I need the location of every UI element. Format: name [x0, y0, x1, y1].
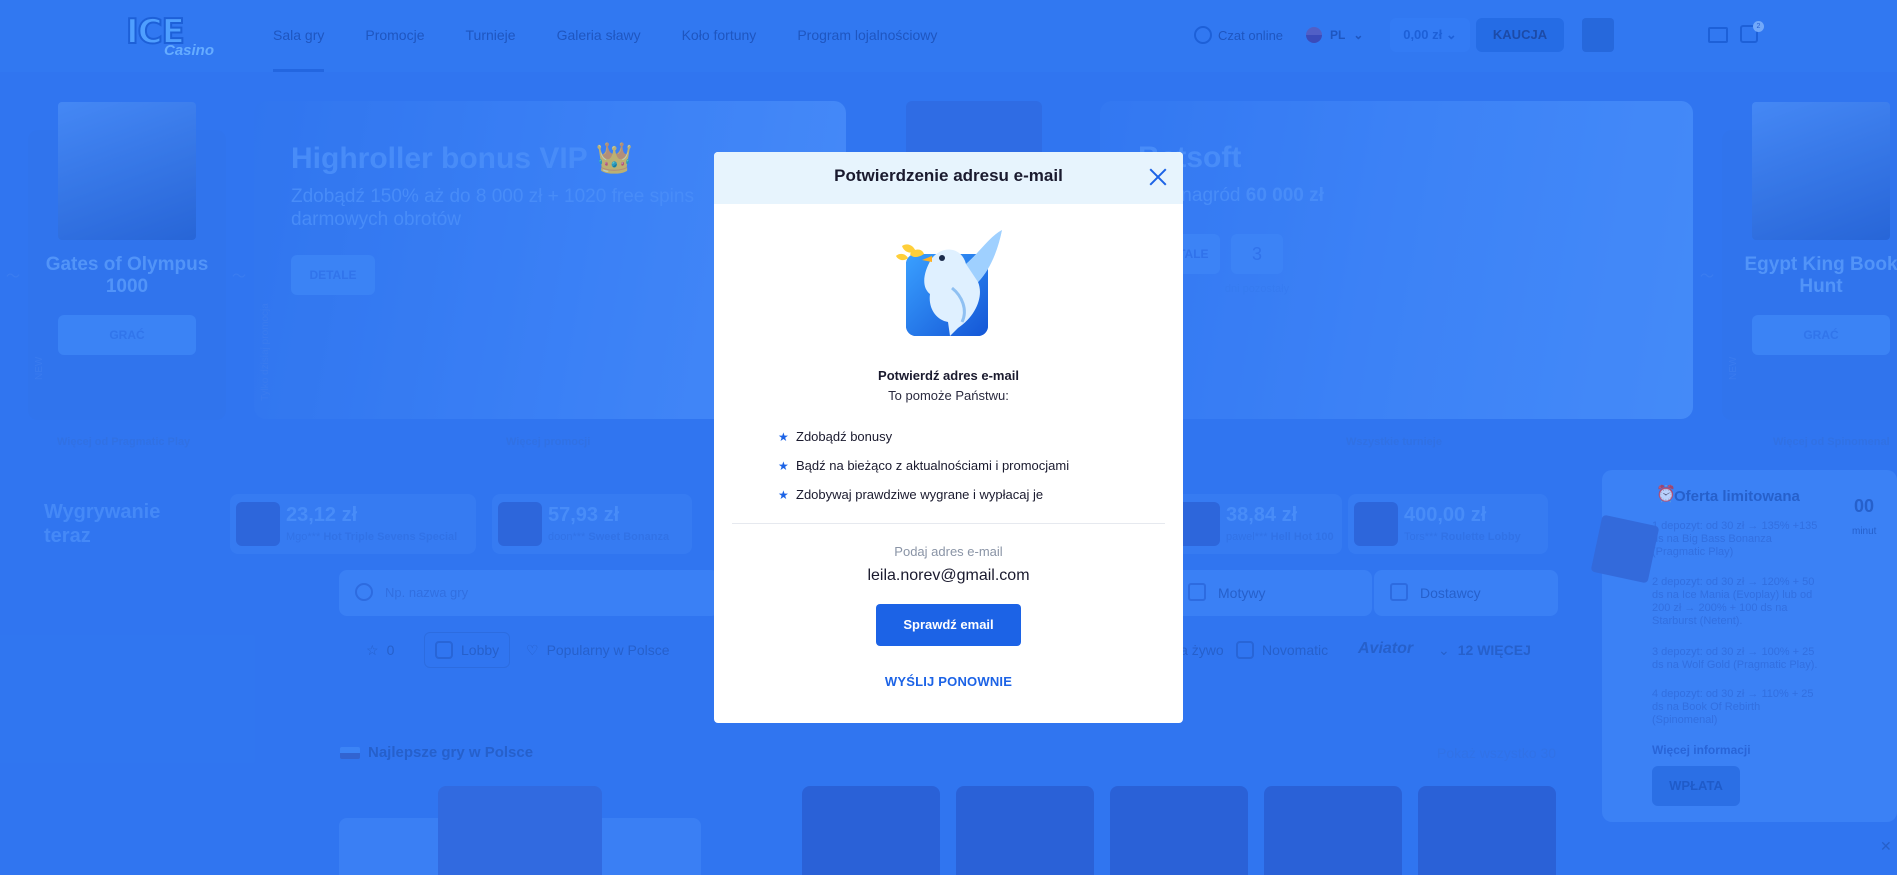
star-icon: ★	[778, 429, 789, 444]
dove-illustration-icon	[896, 230, 1002, 336]
modal-header: Potwierdzenie adresu e-mail	[714, 152, 1183, 204]
email-label: Podaj adres e-mail	[894, 544, 1003, 559]
close-icon[interactable]	[1148, 167, 1168, 187]
benefit-text: Bądź na bieżąco z aktualnościami i promo…	[796, 458, 1070, 473]
modal-title: Potwierdzenie adresu e-mail	[834, 166, 1063, 185]
list-item: ★ Bądź na bieżąco z aktualnościami i pro…	[778, 451, 1069, 480]
benefit-text: Zdobądź bonusy	[796, 429, 893, 444]
benefit-text: Zdobywaj prawdziwe wygrane i wypłacaj je	[796, 487, 1044, 502]
check-email-button[interactable]: Sprawdź email	[876, 604, 1021, 646]
divider	[732, 523, 1165, 524]
email-field[interactable]: leila.norev@gmail.com	[714, 567, 1183, 585]
benefits-list: ★ Zdobądź bonusy ★ Bądź na bieżąco z akt…	[778, 422, 1069, 509]
resend-button[interactable]: WYŚLIJ PONOWNIE	[714, 674, 1183, 689]
email-confirmation-modal: Potwierdzenie adresu e-mail Potwierdź ad…	[714, 152, 1183, 723]
star-icon: ★	[778, 487, 789, 502]
modal-heading: Potwierdź adres e-mail	[878, 368, 1019, 383]
list-item: ★ Zdobądź bonusy	[778, 422, 1069, 451]
modal-subheading: To pomoże Państwu:	[888, 388, 1009, 403]
star-icon: ★	[778, 458, 789, 473]
list-item: ★ Zdobywaj prawdziwe wygrane i wypłacaj …	[778, 480, 1069, 509]
